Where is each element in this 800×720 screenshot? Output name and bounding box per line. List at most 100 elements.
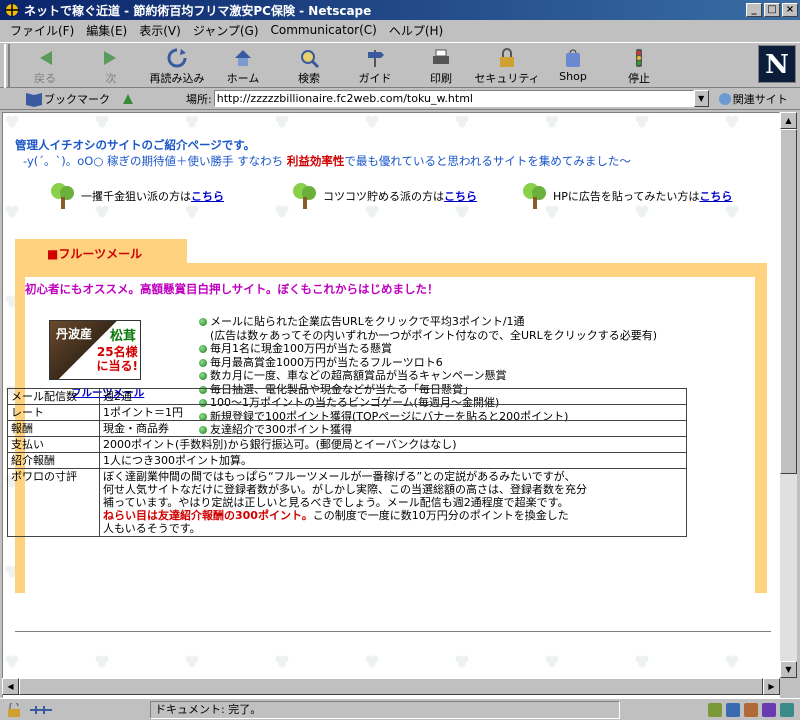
location-label: 場所:: [186, 92, 212, 106]
link-group-steady: コツコツ貯める派の方は こちら: [289, 181, 477, 211]
home-button[interactable]: ホーム: [210, 43, 276, 87]
status-bar: ドキュメント: 完了。: [0, 698, 800, 720]
mail-icon[interactable]: [726, 702, 740, 717]
horizontal-scroll-thumb[interactable]: [19, 678, 763, 695]
table-row: メール配信数 週2通: [7, 388, 687, 405]
security-status-icon[interactable]: [6, 702, 22, 717]
menu-go[interactable]: ジャンプ(G): [187, 22, 265, 39]
menu-file[interactable]: ファイル(F): [4, 22, 80, 39]
horizontal-rule: [15, 631, 771, 633]
bookmarks-label: ブックマーク: [44, 92, 110, 106]
intro-heading: 管理人イチオシのサイトのご紹介ページです。: [15, 138, 256, 152]
navigator-icon[interactable]: [708, 702, 722, 717]
table-row: レート 1ポイント＝1円: [7, 404, 687, 421]
section-headline: 初心者にもオススメ。高額懸賞目白押しサイト。ぼくもこれからはじめました！: [25, 282, 439, 296]
toolbar-grip[interactable]: [4, 44, 10, 88]
print-label: 印刷: [430, 72, 452, 85]
feature-item: 毎月1名に現金100万円が当たる懸賞: [199, 342, 657, 356]
url-dropdown-button[interactable]: ▼: [693, 90, 709, 107]
status-icons: [0, 702, 150, 717]
guide-label: ガイド: [358, 72, 392, 85]
scroll-left-button[interactable]: ◀: [2, 678, 19, 695]
tree-icon: [523, 183, 546, 209]
link-steady-text: コツコツ貯める派の方は: [323, 190, 444, 203]
feature-item: 毎月最高賞金1000万円が当たるフルーツロト6: [199, 356, 657, 370]
close-button[interactable]: ×: [782, 3, 798, 17]
security-button[interactable]: セキュリティ: [474, 43, 540, 87]
table-value: 週2通: [99, 388, 687, 405]
scroll-right-button[interactable]: ▶: [763, 678, 780, 695]
table-row: 報酬 現金・商品券: [7, 420, 687, 437]
menu-view[interactable]: 表示(V): [133, 22, 187, 39]
maximize-button[interactable]: □: [764, 3, 780, 17]
newsgroups-icon[interactable]: [744, 702, 758, 717]
horizontal-scrollbar[interactable]: ◀ ▶: [2, 678, 780, 695]
table-row: ボワロの寸評 ぼく達副業仲間の間ではもっぱら“フルーツメールが一番稼げる”との定…: [7, 468, 687, 537]
connection-status-icon: [30, 705, 52, 714]
scroll-up-button[interactable]: ▲: [780, 112, 797, 129]
intro-prefix: -y(´。`)。oO○ 稼ぎの期待値＋使い勝手 すなわち: [23, 154, 287, 168]
intro-highlight: 利益効率性: [286, 154, 345, 168]
link-ads-text: HPに広告を貼ってみたい方は: [553, 190, 700, 203]
feature-text: 数カ月に一度、車などの超高額賞品が当るキャンペーン懸賞: [210, 369, 507, 382]
link-steady[interactable]: こちら: [444, 188, 477, 204]
table-row: 紹介報酬 1人につき300ポイント加算。: [7, 452, 687, 469]
page-proxy-icon[interactable]: [120, 91, 136, 107]
table-key: 紹介報酬: [7, 452, 100, 469]
search-button[interactable]: 検索: [276, 43, 342, 87]
navigation-toolbar: 戻る 次 再読み込み ホーム 検索 ガイド 印刷 セキュリティ Shop 停止 …: [0, 42, 800, 88]
link-ads[interactable]: こちら: [699, 188, 732, 204]
section-tab-fruitmail: ■フルーツメール: [15, 239, 187, 265]
menu-communicator[interactable]: Communicator(C): [265, 23, 383, 37]
url-input[interactable]: http://zzzzzbillionaire.fc2web.com/toku_…: [213, 90, 694, 107]
window-title: ネットで稼ぐ近道 - 節約術百均フリマ激安PC保険 - Netscape: [24, 3, 372, 18]
menu-edit[interactable]: 編集(E): [80, 22, 133, 39]
intro-suffix: で最も優れていると思われるサイトを集めてみました～: [344, 154, 631, 168]
fruitmail-banner[interactable]: 丹波産 松茸 25名様 に当る!: [49, 320, 141, 380]
banner-line2: 松茸: [109, 329, 136, 344]
vertical-scrollbar[interactable]: ▲ ▼: [780, 112, 797, 678]
feature-text: メールに貼られた企業広告URLをクリックで平均3ポイント/1通: [210, 315, 525, 328]
link-jackpot-text: 一攫千金狙い派の方は: [81, 190, 191, 203]
reload-button[interactable]: 再読み込み: [144, 43, 210, 87]
location-bar: ブックマーク 場所: http://zzzzzbillionaire.fc2we…: [0, 88, 800, 110]
stop-label: 停止: [628, 72, 650, 85]
banner-line4: に当る!: [96, 359, 138, 373]
forward-button[interactable]: 次: [78, 43, 144, 87]
bookmarks-button[interactable]: ブックマーク: [0, 91, 120, 107]
composer-icon[interactable]: [762, 702, 776, 717]
menu-bar: ファイル(F) 編集(E) 表示(V) ジャンプ(G) Communicator…: [0, 20, 800, 40]
feature-text: 毎月最高賞金1000万円が当たるフルーツロト6: [210, 355, 443, 369]
feature-text: (広告は数ヶあってその内いずれか一つがポイント付なので、全URLをクリックする必…: [210, 328, 658, 342]
scroll-down-button[interactable]: ▼: [780, 661, 797, 678]
shop-button[interactable]: Shop: [540, 43, 606, 87]
lock-icon: [495, 46, 519, 70]
reload-icon: [165, 46, 189, 70]
table-key: レート: [7, 404, 100, 421]
minimize-button[interactable]: _: [746, 3, 762, 17]
guide-button[interactable]: ガイド: [342, 43, 408, 87]
table-value: 2000ポイント(手数料別)から銀行振込可。(郵便局とイーバンクはなし): [99, 436, 687, 453]
home-label: ホーム: [226, 72, 260, 85]
shop-icon: [561, 46, 585, 70]
green-bullet-icon: [199, 318, 207, 326]
link-jackpot[interactable]: こちら: [191, 188, 224, 204]
netscape-logo[interactable]: N: [758, 45, 796, 83]
tree-icon: [51, 183, 74, 209]
menu-help[interactable]: ヘルプ(H): [383, 22, 449, 39]
component-bar: [620, 702, 800, 717]
search-icon: [297, 46, 321, 70]
back-button[interactable]: 戻る: [12, 43, 78, 87]
print-button[interactable]: 印刷: [408, 43, 474, 87]
address-book-icon[interactable]: [780, 702, 794, 717]
guide-icon: [363, 46, 387, 70]
related-sites-button[interactable]: 関連サイト: [717, 91, 788, 107]
green-bullet-icon: [199, 358, 207, 367]
table-value: 1ポイント＝1円: [99, 404, 687, 421]
back-label: 戻る: [34, 72, 56, 85]
review-line: 何せ人気サイトなだけに登録者数が多い。がしかし実際、この当選総額の高さは、登録者…: [103, 483, 587, 496]
link-group-jackpot: 一攫千金狙い派の方は こちら: [47, 181, 224, 211]
green-bullet-icon: [199, 372, 207, 380]
vertical-scroll-thumb[interactable]: [780, 129, 797, 474]
stop-button[interactable]: 停止: [606, 43, 672, 87]
